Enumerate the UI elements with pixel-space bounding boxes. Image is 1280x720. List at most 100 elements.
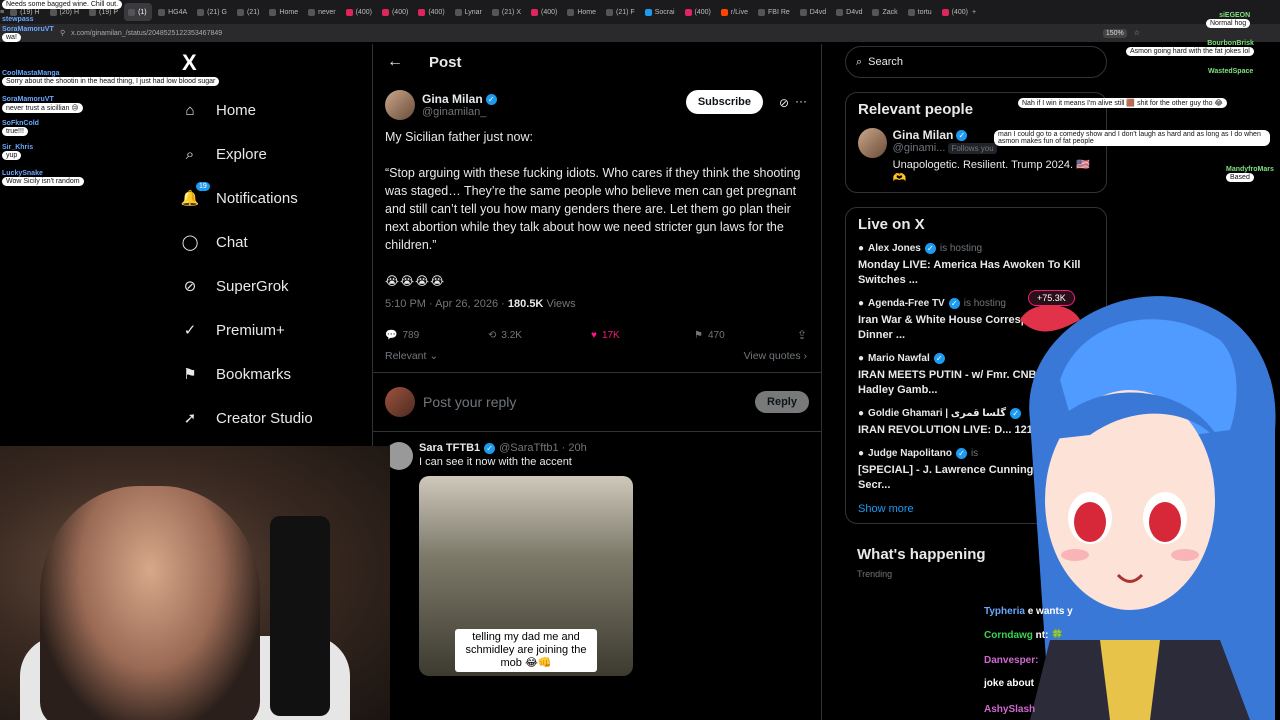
rp-avatar[interactable]	[858, 128, 887, 158]
browser-tab[interactable]: D4vd	[832, 3, 866, 21]
comment-video[interactable]: telling my dad me and schmidley are join…	[419, 476, 633, 676]
browser-tab[interactable]: (400)	[414, 3, 448, 21]
live-item[interactable]: ● Mario Nawfal ✓ IRAN MEETS PUTIN - w/ Fmr.…	[858, 353, 1094, 398]
nav-item-creator-studio[interactable]: ➚ Creator Studio	[170, 396, 370, 440]
browser-tab[interactable]: (21) G	[193, 3, 231, 21]
browser-tab[interactable]: tortu	[904, 3, 936, 21]
browser-tab[interactable]: (400)	[527, 3, 561, 21]
nav-item-bookmarks[interactable]: ⚑ Bookmarks	[170, 352, 370, 396]
repost-action[interactable]: ⟲ 3.2K	[488, 328, 591, 342]
menu-icon[interactable]: ≡	[0, 9, 4, 16]
reply-icon: 💬	[385, 329, 398, 341]
nav-item-label: Notifications	[216, 189, 298, 207]
browser-tab[interactable]: D4vd	[796, 3, 830, 21]
reply-input[interactable]: Post your reply	[423, 394, 755, 410]
nav-item-chat[interactable]: ◯ Chat	[170, 220, 370, 264]
live-stream-title[interactable]: IRAN MEETS PUTIN - w/ Fmr. CNBC Anchor H…	[858, 368, 1094, 398]
more-icon[interactable]: ···	[795, 94, 807, 108]
view-quotes-link[interactable]: View quotes ›	[744, 350, 807, 362]
reply-button[interactable]: Reply	[755, 391, 809, 413]
browser-tab[interactable]: (400)	[681, 3, 715, 21]
chat-message: SoFknCold true!!!	[2, 120, 39, 136]
post-meta: 5:10 PM · Apr 26, 2026 · 180.5K Views	[373, 290, 821, 318]
live-stream-title[interactable]: Monday LIVE: America Has Awoken To Kill …	[858, 258, 1094, 288]
new-tab-icon[interactable]: +	[972, 9, 976, 16]
reply-action[interactable]: 💬 789	[385, 328, 488, 342]
chat-text: true!!!	[2, 127, 28, 136]
browser-tab[interactable]: never	[304, 3, 340, 21]
host-name[interactable]: Mario Nawfal	[868, 353, 930, 364]
browser-tab[interactable]: Home	[265, 3, 302, 21]
comment-handle[interactable]: @SaraTftb1 · 20h	[499, 442, 587, 454]
host-name[interactable]: Goldie Ghamari | گلسا قمری	[868, 408, 1006, 419]
live-stream-title[interactable]: IRAN REVOLUTION LIVE: D... 121	[858, 423, 1094, 438]
tab-label: tortu	[917, 8, 932, 16]
tab-favicon-icon	[567, 8, 575, 16]
browser-tab[interactable]: (1)	[124, 3, 153, 21]
comment[interactable]: Sara TFTB1 ✓ @SaraTftb1 · 20h I can see …	[373, 432, 821, 686]
nav-item-home[interactable]: ⌂ Home	[170, 88, 370, 132]
browser-tab[interactable]: Socrai	[641, 3, 679, 21]
chat-message: Needs some bagged wine. Chill out.	[2, 0, 123, 9]
browser-tab[interactable]: (400)	[342, 3, 376, 21]
browser-tab[interactable]: (21) X	[488, 3, 525, 21]
show-more-link[interactable]: Show more	[858, 503, 1094, 515]
author-avatar[interactable]	[385, 90, 415, 120]
tab-label: (400)	[391, 8, 409, 16]
browser-tab[interactable]: FBI Re	[754, 3, 794, 21]
tab-label: (21)	[246, 8, 260, 16]
chat-username: AshySlash	[984, 704, 1036, 715]
chat-username: WastedSpace	[1208, 68, 1254, 75]
views-label: Views	[543, 298, 576, 310]
chat-username: Typheria	[984, 606, 1025, 617]
nav-item-explore[interactable]: ⌕ Explore	[170, 132, 370, 176]
live-stream-title[interactable]: Iran War & White House Correspondents' D…	[858, 313, 1094, 343]
browser-tab[interactable]: r/Live	[717, 3, 752, 21]
post-time[interactable]: 5:10 PM · Apr 26, 2026 ·	[385, 298, 508, 310]
live-stream-title[interactable]: [SPECIAL] - J. Lawrence Cunningham , Fmr…	[858, 463, 1094, 493]
bookmark-action[interactable]: ⚑ 470	[694, 328, 797, 342]
streamer-figure	[40, 486, 260, 720]
host-name[interactable]: Alex Jones	[868, 243, 921, 254]
like-action[interactable]: ♥ 17K	[591, 328, 694, 342]
live-item[interactable]: ● Judge Napolitano ✓ is [SPECIAL] - J. Lawre…	[858, 448, 1094, 493]
author-handle[interactable]: @ginamilan_	[422, 106, 497, 118]
whats-happening-title: What's happening	[857, 546, 986, 563]
nav-item-supergrok[interactable]: ⊘ SuperGrok	[170, 264, 370, 308]
address-bar[interactable]: ⚲ x.com/ginamilan_/status/20485251223534…	[0, 24, 1280, 42]
star-icon[interactable]: ☆	[1134, 29, 1140, 37]
tab-favicon-icon	[684, 8, 692, 16]
browser-tab[interactable]: (21)	[233, 3, 263, 21]
nav-item-premium-[interactable]: ✓ Premium+	[170, 308, 370, 352]
rp-name[interactable]: Gina Milan	[893, 128, 954, 142]
browser-tab[interactable]: Lynar	[451, 3, 486, 21]
comment-author[interactable]: Sara TFTB1	[419, 442, 480, 454]
browser-tab[interactable]: (400)	[938, 3, 972, 21]
post-intro: My Sicilian father just now:	[385, 130, 533, 144]
rp-handle[interactable]: @ginami...	[893, 142, 946, 154]
back-arrow-icon[interactable]: ←	[387, 53, 403, 71]
host-name[interactable]: Agenda-Free TV	[868, 298, 945, 309]
nav-item-notifications[interactable]: 🔔 19 Notifications	[170, 176, 370, 220]
chat-username: SoraMamoruVT	[2, 26, 54, 33]
live-item[interactable]: ● Alex Jones ✓ is hosting Monday LIVE: Ameri…	[858, 243, 1094, 288]
subscribe-button[interactable]: Subscribe	[685, 90, 763, 114]
zoom-level[interactable]: 150%	[1102, 28, 1127, 38]
browser-tab[interactable]: (400)	[378, 3, 412, 21]
browser-tab[interactable]: HG4A	[154, 3, 191, 21]
sort-dropdown[interactable]: Relevant ⌄	[385, 350, 438, 362]
live-item[interactable]: ● Goldie Ghamari | گلسا قمری ✓ IRAN REVOLUT…	[858, 408, 1094, 438]
grok-icon[interactable]: ⊘	[779, 96, 789, 110]
author-name[interactable]: Gina Milan	[422, 92, 483, 106]
browser-tab[interactable]: Home	[563, 3, 600, 21]
url-text[interactable]: x.com/ginamilan_/status/2048525122353467…	[71, 30, 222, 37]
tab-label: Home	[279, 8, 299, 16]
browser-tab[interactable]: (21) F	[602, 3, 639, 21]
notification-badge: 19	[196, 182, 210, 191]
share-icon[interactable]: ⇪	[797, 328, 807, 342]
trending-label: Trending	[857, 569, 893, 579]
host-name[interactable]: Judge Napolitano	[868, 448, 952, 459]
browser-tab[interactable]: Zack	[868, 3, 901, 21]
search-input[interactable]: ⌕ Search	[845, 46, 1107, 78]
tab-label: D4vd	[809, 8, 827, 16]
